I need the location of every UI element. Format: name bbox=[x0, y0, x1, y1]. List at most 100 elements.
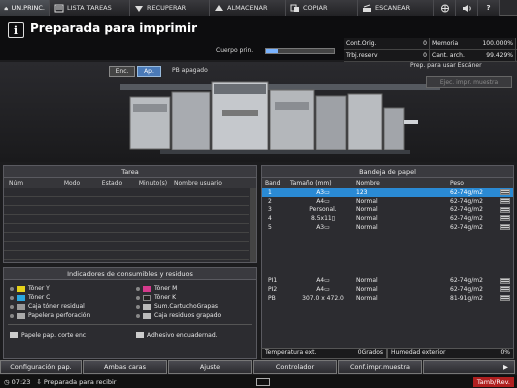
tray-size: A4▭ bbox=[316, 285, 330, 293]
tray-name: Normal bbox=[356, 197, 378, 205]
hum-label: Humedad exterior bbox=[391, 349, 446, 356]
speaker-icon bbox=[462, 4, 471, 12]
col-name: Nombre bbox=[356, 179, 380, 187]
job-row[interactable] bbox=[4, 233, 249, 242]
tab-retrieve-label: RECUPERAR bbox=[147, 4, 187, 12]
tray-band: PI1 bbox=[268, 277, 278, 285]
eject-sample-button[interactable]: Ejec. impr. muestra bbox=[426, 76, 512, 88]
adjust-button[interactable]: Ajuste bbox=[168, 360, 252, 374]
memoria-label: Memoria bbox=[432, 40, 459, 47]
tray-row[interactable]: 5 A3▭ Normal 62-74g/m2 bbox=[262, 223, 513, 232]
col-modo: Modo bbox=[63, 179, 81, 187]
consumables-title: Indicadores de consumibles y residuos bbox=[4, 268, 256, 280]
tab-copy[interactable]: COPIAR bbox=[286, 0, 358, 16]
tab-store-label: ALMACENAR bbox=[227, 4, 268, 12]
tray-name: Normal bbox=[356, 277, 378, 285]
status-receive: Preparada para recibir bbox=[43, 377, 117, 386]
tray-peso: 62-74g/m2 bbox=[450, 197, 483, 205]
tray-peso: 62-74g/m2 bbox=[450, 223, 483, 231]
trim-paper-icon bbox=[10, 332, 18, 338]
status-dot-icon bbox=[10, 304, 14, 309]
bottom-button-bar: Configuración pap. Ambas caras Ajuste Co… bbox=[0, 360, 517, 374]
cont-orig-label: Cont.Orig. bbox=[346, 40, 377, 47]
tab-scan[interactable]: ESCANEAR bbox=[358, 0, 434, 16]
tab-store[interactable]: ALMACENAR bbox=[210, 0, 286, 16]
retrieve-icon bbox=[135, 5, 143, 12]
tray-row[interactable]: PB 307.0 x 472.0 Normal 81-91g/m2 bbox=[262, 294, 513, 303]
tray-row[interactable]: 1 A3▭ 123 62-74g/m2 bbox=[262, 188, 513, 197]
status-dot-icon bbox=[136, 286, 140, 291]
tray-level-icon bbox=[500, 224, 510, 231]
pb-status: PB apagado bbox=[172, 67, 208, 74]
tray-list-2: PI1 A4▭ Normal 62-74g/m2 PI2 A4▭ Normal 62-74g/… bbox=[262, 276, 513, 302]
toner-c-label: Tóner C bbox=[28, 294, 51, 301]
binding-glue-label: Adhesivo encuadernad. bbox=[147, 331, 218, 339]
tray-size: A4▭ bbox=[316, 277, 330, 285]
hum-value: 0% bbox=[500, 349, 510, 356]
job-row[interactable] bbox=[4, 242, 249, 251]
tray-size: 307.0 x 472.0 bbox=[302, 294, 344, 302]
sample-print-settings-button[interactable]: Conf.impr.muestra bbox=[338, 360, 422, 374]
waste-toner-icon bbox=[17, 303, 25, 310]
tab-job-list[interactable]: LISTA TAREAS bbox=[50, 0, 130, 16]
tray-level-icon bbox=[500, 286, 510, 293]
job-list bbox=[4, 188, 249, 260]
binding-glue-icon bbox=[136, 332, 144, 338]
counter-panel: Cont.Orig. 0 Memoria 100.000% Trbj.reserv 0… bbox=[344, 38, 517, 62]
next-arrow-button[interactable]: ▶ bbox=[423, 360, 515, 374]
status-message: Preparada para imprimir bbox=[30, 21, 198, 35]
tray-name: Normal bbox=[356, 214, 378, 222]
temp-value: 0Grados bbox=[357, 349, 383, 356]
tray-peso: 62-74g/m2 bbox=[450, 285, 483, 293]
job-scrollbar[interactable] bbox=[250, 188, 256, 262]
job-row[interactable] bbox=[4, 215, 249, 224]
duplex-button[interactable]: Ambas caras bbox=[83, 360, 167, 374]
tamb-rev-badge[interactable]: Tamb/Rev. bbox=[472, 376, 514, 387]
tray-list: 1 A3▭ 123 62-74g/m2 2 A4▭ Normal 62-74g/m2 3 Pers… bbox=[262, 188, 513, 231]
status-dot-icon bbox=[136, 295, 140, 300]
tray-row[interactable]: 3 Personal. Normal 62-74g/m2 bbox=[262, 205, 513, 214]
tab-retrieve[interactable]: RECUPERAR bbox=[130, 0, 210, 16]
tab-copy-label: COPIAR bbox=[303, 4, 328, 12]
help-button[interactable]: ? bbox=[478, 0, 500, 16]
punch-waste-icon bbox=[17, 312, 25, 319]
job-row[interactable] bbox=[4, 251, 249, 260]
job-row[interactable] bbox=[4, 188, 249, 197]
col-minutos: Minuto(s) bbox=[138, 179, 168, 187]
clock-time: 07:23 bbox=[11, 377, 31, 386]
globe-icon bbox=[440, 4, 449, 12]
tab-scan-label: ESCANEAR bbox=[375, 4, 411, 12]
controller-button[interactable]: Controlador bbox=[253, 360, 337, 374]
ap-button[interactable]: Ap. bbox=[137, 66, 161, 77]
job-row[interactable] bbox=[4, 197, 249, 206]
tray-row[interactable]: PI1 A4▭ Normal 62-74g/m2 bbox=[262, 276, 513, 285]
tray-row[interactable]: 4 8.5x11▯ Normal 62-74g/m2 bbox=[262, 214, 513, 223]
body-progress-fill bbox=[266, 49, 279, 53]
environment-bar: Temperatura ext. 0Grados Humedad exterior… bbox=[261, 348, 514, 359]
tray-row[interactable]: 2 A4▭ Normal 62-74g/m2 bbox=[262, 197, 513, 206]
scanner-status: Prep. para usar Escáner bbox=[410, 62, 482, 69]
status-dot-icon bbox=[10, 295, 14, 300]
copy-icon bbox=[290, 4, 299, 12]
top-tab-bar: UN.PRINC. LISTA TAREAS RECUPERAR ALMACEN… bbox=[0, 0, 517, 16]
job-panel-title: Tarea bbox=[4, 166, 256, 178]
globe-button[interactable] bbox=[434, 0, 456, 16]
keyboard-icon[interactable] bbox=[256, 377, 271, 386]
tray-peso: 62-74g/m2 bbox=[450, 277, 483, 285]
tab-main[interactable]: UN.PRINC. bbox=[0, 0, 50, 16]
enc-button[interactable]: Enc. bbox=[109, 66, 135, 77]
status-dot-icon bbox=[10, 286, 14, 291]
job-row[interactable] bbox=[4, 224, 249, 233]
paper-setting-button[interactable]: Configuración pap. bbox=[0, 360, 82, 374]
job-row[interactable] bbox=[4, 206, 249, 215]
trim-paper-label: Papele pap. corte enc bbox=[21, 331, 87, 339]
tray-name: Normal bbox=[356, 285, 378, 293]
tray-row[interactable]: PI2 A4▭ Normal 62-74g/m2 bbox=[262, 285, 513, 294]
store-icon bbox=[215, 4, 223, 11]
volume-button[interactable] bbox=[456, 0, 478, 16]
info-icon: i bbox=[8, 22, 24, 38]
tray-band: 3 bbox=[268, 206, 272, 214]
punch-waste-label: Papelera perforación bbox=[28, 312, 91, 319]
tray-size: A3▭ bbox=[316, 188, 330, 196]
tray-size: A3▭ bbox=[316, 223, 330, 231]
